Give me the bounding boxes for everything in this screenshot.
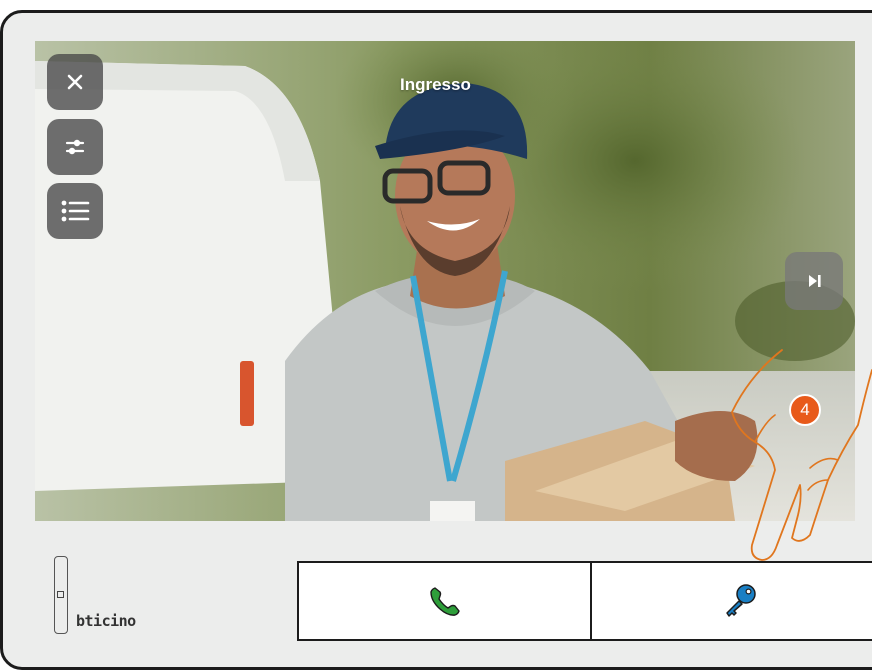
camera-title: Ingresso	[400, 75, 471, 94]
camera-feed-image	[35, 41, 855, 521]
answer-call-button[interactable]	[297, 561, 593, 641]
key-icon	[726, 584, 756, 617]
camera-sensor	[54, 556, 68, 634]
close-button[interactable]	[47, 54, 103, 110]
skip-next-icon	[809, 275, 821, 287]
settings-button[interactable]	[47, 119, 103, 175]
door-unlock-button[interactable]	[590, 561, 872, 641]
sliders-icon	[65, 139, 85, 155]
list-icon	[61, 200, 90, 222]
next-camera-button[interactable]	[785, 252, 843, 310]
video-screen: Ingresso	[35, 41, 855, 521]
list-menu-button[interactable]	[47, 183, 103, 239]
brand-logo: bticino	[76, 612, 136, 630]
phone-icon	[430, 587, 460, 616]
close-icon	[67, 74, 83, 90]
step-badge: 4	[789, 394, 821, 426]
